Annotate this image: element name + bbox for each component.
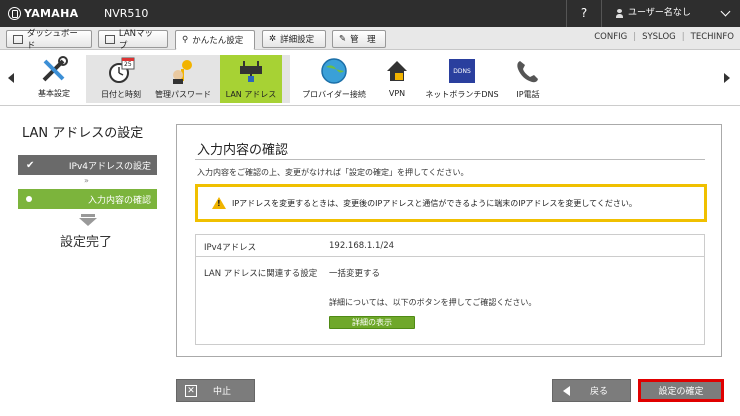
svg-text:DDNS: DDNS [453, 68, 471, 75]
icon-item-ip-phone[interactable]: IP電話 [508, 55, 548, 103]
wizard-steps: LAN アドレスの設定 [16, 122, 162, 141]
globe-icon [320, 57, 348, 85]
show-details-button[interactable]: 詳細の表示 [329, 316, 415, 329]
step-chevron-icon: » [84, 176, 89, 185]
warning-text: IPアドレスを変更するときは、変更後のIPアドレスと通信ができるように端末のIP… [232, 198, 637, 208]
table-row: IPv4アドレス 192.168.1.1/24 [196, 235, 704, 257]
wrench-icon: ✎ [339, 34, 347, 44]
basic-settings-item[interactable]: 基本設定 [28, 55, 80, 103]
confirm-panel: 入力内容の確認 入力内容をご確認の上、変更がなければ「設定の確定」を押してくださ… [176, 124, 722, 357]
step-down-arrow-icon [79, 214, 97, 226]
icon-item-vpn[interactable]: VPN [380, 55, 414, 103]
back-button[interactable]: 戻る [552, 379, 631, 402]
wizard-step-ipv4: ✔ IPv4アドレスの設定 [18, 155, 157, 175]
arrow-left-icon [563, 385, 570, 396]
lock-house-icon [383, 57, 411, 85]
cancel-button[interactable]: ✕ 中止 [176, 379, 255, 402]
divider [195, 159, 705, 160]
tools-icon [42, 56, 68, 82]
settings-table: IPv4アドレス 192.168.1.1/24 LAN アドレスに関連する設定 … [195, 234, 705, 345]
row-label: LAN アドレスに関連する設定 [204, 269, 318, 279]
check-icon: ✔ [26, 159, 35, 171]
panel-description: 入力内容をご確認の上、変更がなければ「設定の確定」を押してください。 [197, 168, 469, 177]
utility-links: CONFIG | SYSLOG | TECHINFO [594, 32, 734, 42]
yamaha-logo-icon [8, 7, 21, 20]
icon-item-provider-connection[interactable]: プロバイダー接続 [296, 55, 372, 103]
user-icon [616, 9, 623, 18]
scroll-left-arrow-icon[interactable] [8, 73, 14, 83]
config-link[interactable]: CONFIG [594, 32, 627, 42]
warning-box: IPアドレスを変更するときは、変更後のIPアドレスと通信ができるように端末のIP… [195, 184, 707, 222]
gear-icon: ✲ [269, 34, 277, 44]
lan-router-icon [237, 57, 265, 85]
close-icon: ✕ [185, 384, 197, 397]
wand-icon: ⚲ [182, 35, 189, 45]
wizard-step-complete: 設定完了 [60, 235, 113, 250]
detail-note: 詳細については、以下のボタンを押してご確認ください。 [329, 298, 537, 307]
icon-item-lan-address[interactable]: LAN アドレス [220, 55, 282, 103]
wizard-title: LAN アドレスの設定 [22, 126, 144, 141]
row-label: IPv4アドレス [204, 243, 257, 253]
basic-settings-label: 基本設定 [38, 89, 70, 98]
dashboard-icon [13, 34, 23, 44]
icon-item-net-volante-dns[interactable]: DDNS ネットボランチDNS [422, 55, 502, 103]
lan-map-icon [105, 34, 115, 44]
main-nav: ダッシュボード LANマップ ⚲ かんたん設定 ✲ 詳細設定 ✎ 管 理 CON… [0, 27, 740, 51]
current-step-dot-icon [26, 196, 32, 202]
setup-icon-bar: 基本設定 25 日付と時刻 管理パスワード LAN アドレス プロバイダー接続 … [0, 51, 740, 106]
clock-icon: 25 [107, 57, 135, 85]
panel-title: 入力内容の確認 [197, 143, 289, 158]
user-menu[interactable]: ユーザー名なし [616, 0, 691, 27]
yamaha-logo: YAMAHA [8, 7, 78, 20]
icon-item-admin-password[interactable]: 管理パスワード [152, 55, 214, 103]
tab-lan-map[interactable]: LANマップ [98, 29, 168, 51]
calendar-day: 25 [124, 61, 132, 68]
techinfo-link[interactable]: TECHINFO [691, 32, 734, 42]
row-value: 一括変更する [329, 269, 381, 279]
key-user-icon [169, 57, 197, 85]
tab-dashboard[interactable]: ダッシュボード [6, 29, 92, 51]
confirm-settings-button[interactable]: 設定の確定 [638, 379, 724, 402]
ddns-icon: DDNS [448, 57, 476, 85]
phone-icon [514, 57, 542, 85]
top-bar: YAMAHA NVR510 ? ユーザー名なし [0, 0, 740, 27]
brand-name: YAMAHA [24, 7, 79, 20]
icon-item-date-time[interactable]: 25 日付と時刻 [94, 55, 148, 103]
syslog-link[interactable]: SYSLOG [642, 32, 676, 42]
tab-management[interactable]: ✎ 管 理 [332, 30, 386, 48]
user-name: ユーザー名なし [628, 8, 691, 18]
row-value: 192.168.1.1/24 [329, 241, 395, 251]
help-button[interactable]: ? [566, 0, 602, 27]
scroll-right-arrow-icon[interactable] [724, 73, 730, 83]
tab-easy-setup[interactable]: ⚲ かんたん設定 [175, 30, 255, 50]
wizard-step-confirm: 入力内容の確認 [18, 189, 157, 209]
model-name: NVR510 [104, 7, 149, 20]
chevron-down-icon[interactable] [720, 6, 731, 17]
warning-icon [212, 197, 226, 209]
tab-advanced-settings[interactable]: ✲ 詳細設定 [262, 30, 326, 48]
